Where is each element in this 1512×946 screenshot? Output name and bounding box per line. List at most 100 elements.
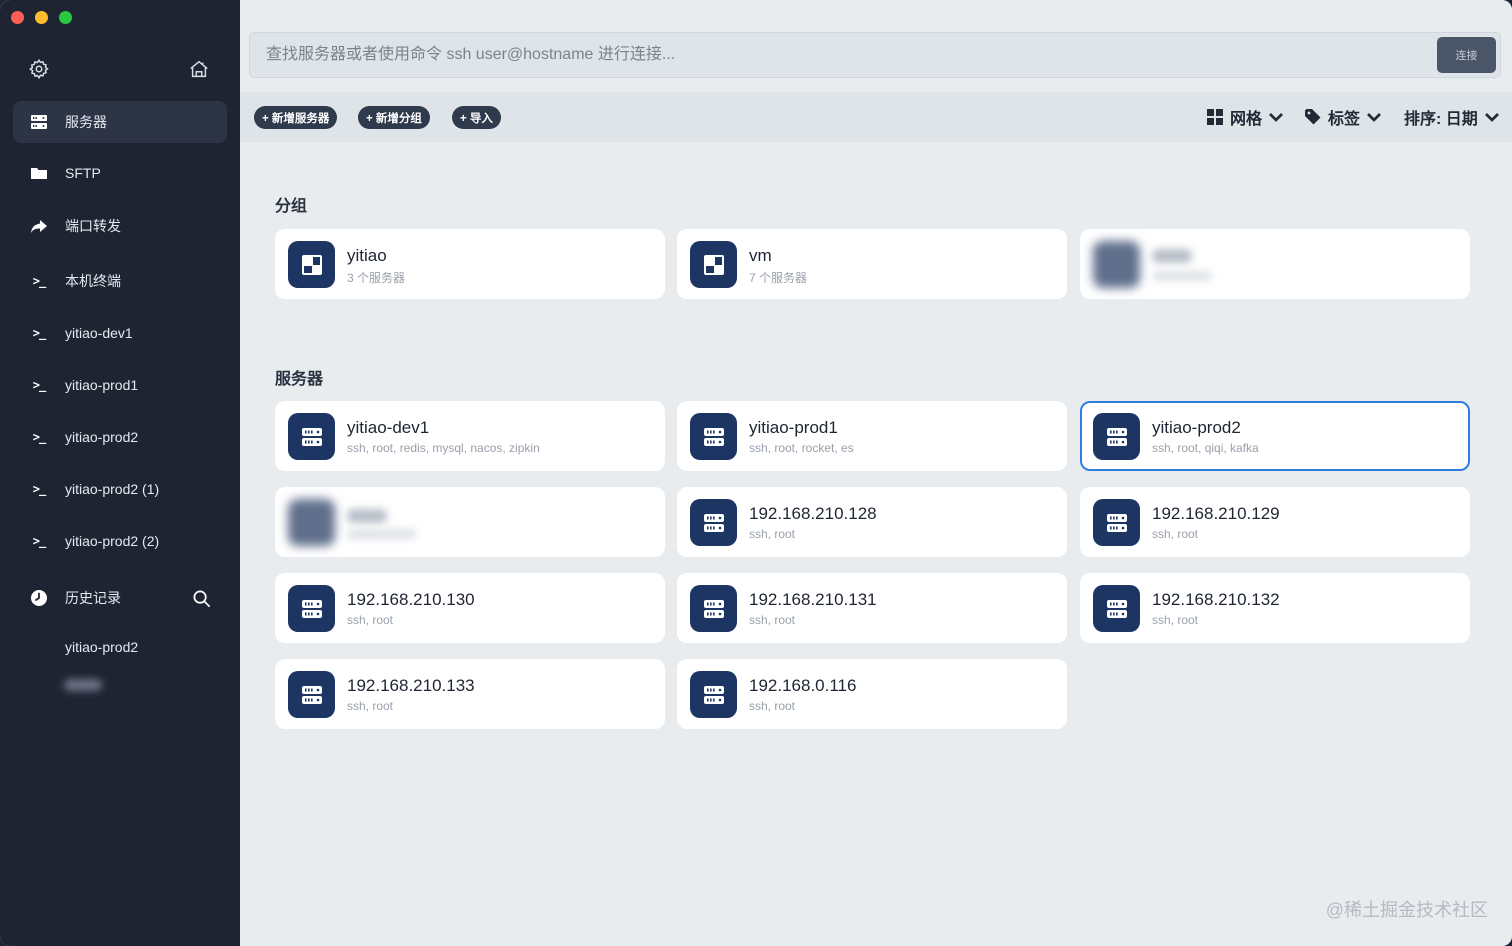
group-icon	[288, 241, 335, 288]
clock-icon	[30, 589, 48, 607]
redacted-text	[347, 509, 387, 523]
history-item[interactable]: yitiao-prod2	[65, 639, 138, 655]
group-count: 3 个服务器	[347, 271, 406, 285]
sidebar-item-session[interactable]: >_ yitiao-prod2 (1)	[13, 468, 227, 510]
server-name: yitiao-prod2	[1152, 418, 1241, 437]
chevron-down-icon	[1269, 113, 1283, 122]
group-card[interactable]: vm 7 个服务器	[677, 229, 1067, 299]
server-tags: ssh, root	[347, 699, 394, 713]
sidebar-item-label: SFTP	[65, 165, 101, 181]
grid-icon	[1207, 109, 1223, 125]
server-name: 192.168.210.131	[749, 590, 877, 609]
toolbar: + 新增服务器 + 新增分组 + 导入 网格 标签 排序: 日期	[240, 92, 1512, 142]
server-card[interactable]: yitiao-prod1 ssh, root, rocket, es	[677, 401, 1067, 471]
server-card-redacted[interactable]	[275, 487, 665, 557]
server-card[interactable]: 192.168.210.132 ssh, root	[1080, 573, 1470, 643]
sidebar-item-label: 端口转发	[65, 218, 121, 234]
groups-section-title: 分组	[275, 198, 308, 215]
sidebar-item-session[interactable]: >_ yitiao-prod1	[13, 364, 227, 406]
sidebar-item-local-terminal[interactable]: >_ 本机终端	[13, 260, 227, 302]
add-group-button[interactable]: + 新增分组	[358, 106, 430, 129]
sidebar-item-session[interactable]: >_ yitiao-prod2 (2)	[13, 520, 227, 562]
sidebar-item-label: yitiao-prod2 (1)	[65, 481, 160, 497]
sidebar-item-label: yitiao-prod2 (2)	[65, 533, 160, 549]
home-icon[interactable]	[188, 58, 210, 80]
redacted-text	[347, 529, 417, 539]
server-card[interactable]: 192.168.210.130 ssh, root	[275, 573, 665, 643]
terminal-icon: >_	[32, 378, 46, 392]
import-button[interactable]: + 导入	[452, 106, 501, 129]
server-card[interactable]: 192.168.0.116 ssh, root	[677, 659, 1067, 729]
group-card[interactable]: yitiao 3 个服务器	[275, 229, 665, 299]
server-card[interactable]: 192.168.210.133 ssh, root	[275, 659, 665, 729]
sidebar-item-port-forward[interactable]: 端口转发	[13, 205, 227, 247]
group-icon	[690, 241, 737, 288]
gear-icon[interactable]	[28, 58, 50, 80]
group-icon	[1093, 241, 1140, 288]
server-icon	[1093, 499, 1140, 546]
sidebar-item-session[interactable]: >_ yitiao-prod2	[13, 416, 227, 458]
server-tags: ssh, root, redis, mysql, nacos, zipkin	[347, 441, 540, 455]
terminal-icon: >_	[32, 534, 46, 548]
redacted-text	[1152, 271, 1212, 281]
search-input[interactable]	[266, 33, 1416, 77]
server-name: yitiao-dev1	[347, 418, 430, 437]
server-icon	[30, 113, 48, 131]
server-name: 192.168.210.132	[1152, 590, 1280, 609]
server-tags: ssh, root	[749, 613, 796, 627]
tags-dropdown[interactable]: 标签	[1304, 106, 1389, 128]
group-count: 7 个服务器	[749, 271, 808, 285]
minimize-window-button[interactable]	[35, 11, 48, 24]
zoom-window-button[interactable]	[59, 11, 72, 24]
server-name: 192.168.210.128	[749, 504, 877, 523]
main-content: 连接 + 新增服务器 + 新增分组 + 导入 网格 标签 排序: 日期 分组	[240, 0, 1512, 946]
server-name: yitiao-prod1	[749, 418, 838, 437]
folder-icon	[30, 164, 48, 182]
server-card[interactable]: 192.168.210.128 ssh, root	[677, 487, 1067, 557]
close-window-button[interactable]	[11, 11, 24, 24]
server-tags: ssh, root	[749, 699, 796, 713]
server-tags: ssh, root	[347, 613, 394, 627]
app-window: 服务器 SFTP 端口转发 >_ 本机终端 >_ yitiao-dev1 >_ …	[0, 0, 1512, 946]
view-mode-dropdown[interactable]: 网格	[1206, 106, 1291, 128]
server-name: 192.168.210.133	[347, 676, 475, 695]
server-icon	[690, 413, 737, 460]
server-name: 192.168.0.116	[749, 676, 857, 695]
server-tags: ssh, root, rocket, es	[749, 441, 854, 455]
sidebar-item-sftp[interactable]: SFTP	[13, 152, 227, 194]
sort-dropdown[interactable]: 排序: 日期	[1404, 106, 1507, 128]
chevron-down-icon	[1367, 113, 1381, 122]
group-card-redacted[interactable]	[1080, 229, 1470, 299]
terminal-icon: >_	[32, 326, 46, 340]
server-card[interactable]: yitiao-dev1 ssh, root, redis, mysql, nac…	[275, 401, 665, 471]
forward-icon	[30, 217, 48, 235]
redacted-text	[1152, 249, 1192, 263]
server-card[interactable]: 192.168.210.129 ssh, root	[1080, 487, 1470, 557]
server-tags: ssh, root	[1152, 527, 1199, 541]
sort-label: 排序: 日期	[1404, 111, 1478, 128]
server-icon	[690, 671, 737, 718]
server-tags: ssh, root, qiqi, kafka	[1152, 441, 1259, 455]
search-bar: 连接	[249, 32, 1501, 78]
add-server-button[interactable]: + 新增服务器	[254, 106, 338, 129]
sidebar-item-label: 服务器	[65, 114, 107, 130]
sidebar-item-session[interactable]: >_ yitiao-dev1	[13, 312, 227, 354]
search-icon[interactable]	[192, 589, 211, 608]
terminal-icon: >_	[32, 430, 46, 444]
tags-label: 标签	[1328, 111, 1361, 128]
server-icon	[288, 499, 335, 546]
sidebar-item-label: yitiao-prod1	[65, 377, 139, 393]
connect-button[interactable]: 连接	[1437, 37, 1496, 73]
chevron-down-icon	[1484, 113, 1499, 122]
server-card[interactable]: 192.168.210.131 ssh, root	[677, 573, 1067, 643]
server-name: 192.168.210.130	[347, 590, 475, 609]
server-icon	[288, 585, 335, 632]
tag-icon	[1305, 109, 1321, 125]
server-card-selected[interactable]: yitiao-prod2 ssh, root, qiqi, kafka	[1080, 401, 1470, 471]
sidebar-item-servers[interactable]: 服务器	[13, 101, 227, 143]
server-icon	[288, 671, 335, 718]
sidebar-item-label: 本机终端	[65, 273, 121, 289]
group-name: vm	[749, 246, 772, 265]
server-icon	[288, 413, 335, 460]
sidebar-item-label: yitiao-dev1	[65, 325, 133, 341]
